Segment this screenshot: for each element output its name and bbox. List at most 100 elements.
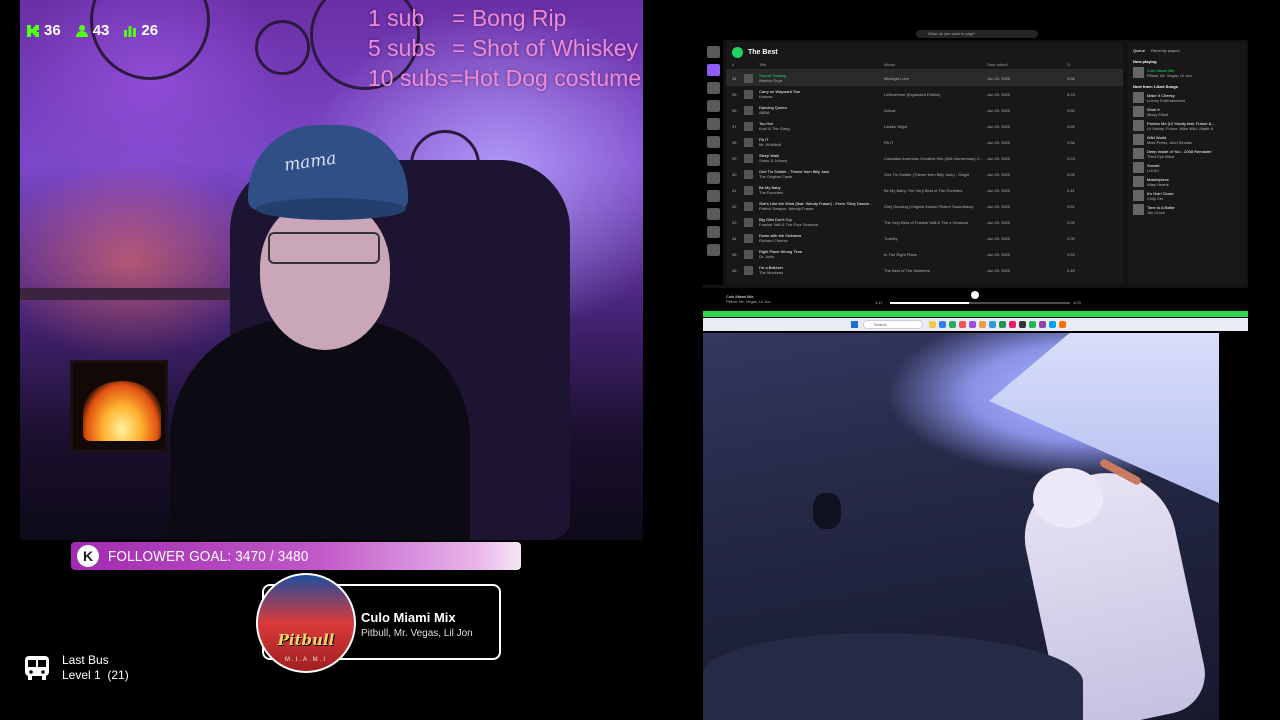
track-duration: 2:39 xyxy=(1067,235,1075,241)
stat-value: 43 xyxy=(92,22,110,39)
taskbar-app-icon[interactable] xyxy=(1059,321,1066,328)
track-artist: Dr. John xyxy=(759,254,774,259)
taskbar-app-icon[interactable] xyxy=(1029,321,1036,328)
track-row[interactable]: 46 I'm a Believer The Monkees The Best of T… xyxy=(726,262,1123,278)
taskbar-app-icon[interactable] xyxy=(929,321,936,328)
track-album[interactable]: In The Right Place xyxy=(884,252,987,257)
track-row[interactable]: 37 Too Hot Kool & The Gang Ladies' Night Jun… xyxy=(726,118,1123,134)
track-album[interactable]: Tuxicity xyxy=(884,236,987,241)
queue-item[interactable]: Wild World Maxi Priest, John Sinclair xyxy=(1133,134,1241,145)
library-thumb[interactable] xyxy=(706,190,720,202)
taskbar-app-icon[interactable] xyxy=(959,321,966,328)
progress-fill xyxy=(890,302,970,304)
track-album[interactable]: Midnight Love xyxy=(884,76,987,81)
pause-icon[interactable] xyxy=(971,291,979,299)
track-row[interactable]: 45 Right Place Wrong Time Dr. John In The R… xyxy=(726,246,1123,262)
taskbar-app-icon[interactable] xyxy=(939,321,946,328)
track-date-added: Jun 25, 2025 xyxy=(987,267,1011,273)
spotify-search-input[interactable]: What do you want to play? xyxy=(916,30,1038,38)
track-album[interactable]: The Very Best of Frankie Valli & The 4 S… xyxy=(884,220,987,225)
queue-track-artist: Maxi Priest, John Sinclair xyxy=(1147,139,1192,145)
track-row[interactable]: 44 Down with the Sickness Richard Cheese Tu… xyxy=(726,230,1123,246)
library-thumb[interactable] xyxy=(706,136,720,148)
taskbar-app-icon[interactable] xyxy=(1039,321,1046,328)
playback-progress[interactable] xyxy=(890,302,1070,304)
taskbar-search[interactable]: Search xyxy=(863,320,923,329)
track-album[interactable]: Be My Baby: The Very Best of The Ronette… xyxy=(884,188,987,193)
dreamcatcher-decoration xyxy=(255,20,310,75)
taskbar-app-icon[interactable] xyxy=(1049,321,1056,328)
library-thumb[interactable] xyxy=(706,100,720,112)
track-art xyxy=(744,153,753,163)
track-row[interactable]: 38 PA IT Mr. Whitfield PA IT Jun 25, 2025 2:5… xyxy=(726,134,1123,150)
taskbar-apps xyxy=(929,321,1066,328)
track-number: 44 xyxy=(732,235,737,241)
track-art xyxy=(1133,106,1144,117)
track-album[interactable]: Arrival xyxy=(884,108,987,113)
taskbar-app-icon[interactable] xyxy=(969,321,976,328)
track-date-added: Jun 25, 2025 xyxy=(987,235,1011,241)
taskbar-app-icon[interactable] xyxy=(999,321,1006,328)
library-thumb[interactable] xyxy=(706,46,720,58)
tab-recently-played[interactable]: Recently played xyxy=(1151,48,1179,53)
library-thumb[interactable] xyxy=(706,154,720,166)
windows-start-icon[interactable] xyxy=(851,321,858,328)
library-thumb[interactable] xyxy=(706,244,720,256)
tab-queue[interactable]: Queue xyxy=(1133,48,1145,53)
track-album[interactable]: Canadian American Greatest Hits (50th An… xyxy=(884,156,987,161)
track-row[interactable]: 36 Dancing Queen ABBA Arrival Jun 25, 2025 3:… xyxy=(726,102,1123,118)
taskbar-app-icon[interactable] xyxy=(949,321,956,328)
queue-item[interactable]: Pardon Me (Lil Yachty feat. Future &... L… xyxy=(1133,120,1241,131)
queue-item[interactable]: Time Is A Bottle Jim Croce xyxy=(1133,204,1241,215)
library-thumb[interactable] xyxy=(706,226,720,238)
track-album[interactable]: The Best of The Monkees xyxy=(884,268,987,273)
track-album[interactable]: Leftoverture (Expanded Edition) xyxy=(884,92,987,97)
track-info: Soccer Healing Warrior Guys xyxy=(759,73,884,83)
sub-goal-count: 10 subs xyxy=(368,65,449,91)
track-row[interactable]: 41 Be My Baby The Ronettes Be My Baby: The … xyxy=(726,182,1123,198)
taskbar-app-icon[interactable] xyxy=(979,321,986,328)
col-title[interactable]: Title xyxy=(759,62,884,69)
play-icon[interactable] xyxy=(732,46,743,58)
queue-item[interactable]: Make It Cheesy Luxury Entertainment xyxy=(1133,92,1241,103)
queue-panel: Queue Recently played Now playing Culo M… xyxy=(1128,42,1246,285)
track-album[interactable]: One Tin Soldier (Theme from Billy Jack) … xyxy=(884,172,987,177)
dark-object xyxy=(813,493,841,529)
col-date[interactable]: Date added xyxy=(987,62,1067,69)
col-album[interactable]: Album xyxy=(884,62,987,69)
taskbar-app-icon[interactable] xyxy=(1019,321,1026,328)
track-date-added: Jun 25, 2025 xyxy=(987,219,1011,225)
streamer-face xyxy=(260,200,390,350)
queue-track-artist: Third Eye Blind xyxy=(1147,153,1175,159)
queue-item[interactable]: It's Goin' Down Celly Cel xyxy=(1133,190,1241,201)
track-row[interactable]: 43 Big Girls Don't Cry Frankie Valli & The… xyxy=(726,214,1123,230)
library-thumb[interactable] xyxy=(706,64,720,76)
track-row[interactable]: 39 Sleep Walk Santo & Johnny Canadian Ameri… xyxy=(726,150,1123,166)
glasses xyxy=(268,232,380,264)
queue-item[interactable]: Sunset LUCKI xyxy=(1133,162,1241,173)
queue-item[interactable]: Deep Inside of You - 2008 Remaster Third … xyxy=(1133,148,1241,159)
track-album[interactable]: Ladies' Night xyxy=(884,124,987,129)
library-thumb[interactable] xyxy=(706,172,720,184)
track-number: 35 xyxy=(732,91,737,97)
track-row[interactable]: 35 Carry on Wayward Son Kansas Leftoverture… xyxy=(726,86,1123,102)
taskbar-app-icon[interactable] xyxy=(989,321,996,328)
track-duration: 2:53 xyxy=(1067,251,1075,257)
queue-now-playing[interactable]: Culo Miami Mix Pitbull, Mr. Vegas, Lil Jo… xyxy=(1133,67,1241,78)
track-number: 41 xyxy=(732,187,737,193)
player-bar: Culo Miami Mix Pitbull, Mr. Vegas, Lil J… xyxy=(703,288,1248,310)
library-thumb[interactable] xyxy=(706,118,720,130)
track-album[interactable]: Dirty Dancing (Original Motion Picture S… xyxy=(884,204,987,209)
queue-item[interactable]: Masterpiece Atlas Hearts xyxy=(1133,176,1241,187)
library-thumb[interactable] xyxy=(706,82,720,94)
queue-item[interactable]: Work It Missy Elliott xyxy=(1133,106,1241,117)
track-info: Be My Baby The Ronettes xyxy=(759,185,884,195)
track-list: 34 Soccer Healing Warrior Guys Midnight Lov… xyxy=(726,70,1123,278)
track-row[interactable]: 34 Soccer Healing Warrior Guys Midnight Lov… xyxy=(726,70,1123,86)
track-row[interactable]: 40 One Tin Soldier - Theme from Billy Jac… xyxy=(726,166,1123,182)
library-thumb[interactable] xyxy=(706,208,720,220)
track-date-added: Jun 25, 2025 xyxy=(987,75,1011,81)
track-row[interactable]: 42 She's Like the Wind (feat. Wendy Frase… xyxy=(726,198,1123,214)
track-album[interactable]: PA IT xyxy=(884,140,987,145)
taskbar-app-icon[interactable] xyxy=(1009,321,1016,328)
